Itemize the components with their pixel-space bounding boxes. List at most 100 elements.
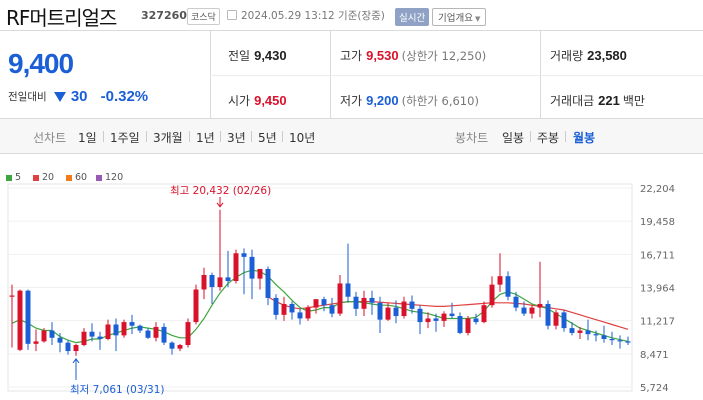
candle-body <box>241 253 247 257</box>
chart-period-bar: 선차트 1일 1주일 3개월 1년 3년 5년 10년 봉차트 일봉 주봉 월봉 <box>0 119 703 154</box>
candle-body <box>169 342 175 349</box>
high-value: 9,530 <box>366 48 399 63</box>
candle-body <box>625 341 631 343</box>
candle-body <box>321 299 327 306</box>
candle-body <box>601 335 607 339</box>
upper-limit: (상한가 12,250) <box>401 49 487 63</box>
candle-chart-label: 봉차트 <box>455 131 489 145</box>
change-row: 전일대비 30 -0.32% <box>8 86 148 105</box>
candle-body <box>137 325 143 331</box>
candle-body <box>329 305 335 314</box>
candle-body <box>473 318 479 323</box>
candle-body <box>305 307 311 319</box>
candle-body <box>529 307 535 314</box>
candlestick-chart: 5 20 60 120 22,204 19,458 16,711 13,964 11,2… <box>0 162 703 400</box>
candle-daily[interactable]: 일봉 <box>502 129 524 146</box>
amount-value: 221 <box>598 93 620 108</box>
y-tick-label: 8,471 <box>640 350 669 361</box>
y-tick-label: 19,458 <box>640 217 675 228</box>
y-tick-label: 22,204 <box>640 184 675 195</box>
candle-body <box>425 318 431 323</box>
candle-body <box>57 337 63 343</box>
line-chart-label: 선차트 <box>33 131 67 145</box>
company-info-label: 기업개요 <box>438 13 473 24</box>
candle-body <box>273 297 279 315</box>
candle-body <box>441 313 447 321</box>
volume-value: 23,580 <box>587 48 627 63</box>
candle-body <box>201 274 207 290</box>
candle-body <box>65 342 71 352</box>
y-tick-label: 11,217 <box>640 317 675 328</box>
candle-body <box>297 312 303 319</box>
separator <box>530 131 531 142</box>
candle-body <box>513 296 519 308</box>
separator <box>189 131 190 142</box>
candle-body <box>289 303 295 313</box>
separator <box>282 131 283 142</box>
candle-body <box>489 284 495 306</box>
min-annotation: 최저 7,061 (03/31) <box>70 384 165 396</box>
candle-body <box>585 330 591 335</box>
candle-body <box>217 277 223 288</box>
trade-amount: 거래대금 221 백만 <box>550 92 649 109</box>
y-tick-label: 13,964 <box>640 284 675 295</box>
max-annotation: 최고 20,432 (02/26) <box>170 185 271 197</box>
volume: 거래량 23,580 <box>550 47 627 64</box>
open-value: 9,450 <box>254 93 287 108</box>
period-1d[interactable]: 1일 <box>78 129 97 146</box>
candle-body <box>465 318 471 333</box>
candle-body <box>129 322 135 326</box>
low-price: 저가 9,200 (하한가 6,610) <box>340 92 479 109</box>
candle-body <box>49 330 55 338</box>
candle-body <box>577 330 583 333</box>
prev-close-value: 9,430 <box>254 48 287 63</box>
candle-body <box>569 328 575 333</box>
candle-body <box>193 289 199 323</box>
period-3m[interactable]: 3개월 <box>153 129 183 146</box>
candle-body <box>33 341 39 344</box>
divider <box>210 75 703 76</box>
candle-body <box>457 316 463 333</box>
change-percent: -0.32% <box>100 88 149 105</box>
change-value: 30 <box>70 88 88 105</box>
candle-body <box>617 340 623 342</box>
candle-body <box>553 312 559 326</box>
candle-body <box>81 331 87 346</box>
candle-monthly[interactable]: 월봉 <box>573 129 595 146</box>
candle-body <box>593 334 599 336</box>
market-badge: 코스닥 <box>187 8 220 25</box>
candle-body <box>401 301 407 317</box>
period-5y[interactable]: 5년 <box>258 129 277 146</box>
period-1w[interactable]: 1주일 <box>110 129 140 146</box>
period-1y[interactable]: 1년 <box>196 129 215 146</box>
candle-body <box>385 307 391 320</box>
candle-body <box>121 322 127 336</box>
candle-body <box>417 308 423 323</box>
candle-body <box>505 276 511 297</box>
candle-body <box>145 330 151 338</box>
separator <box>565 131 566 142</box>
realtime-button[interactable]: 실시간 <box>395 8 430 26</box>
down-arrow-icon <box>53 91 66 102</box>
candle-weekly[interactable]: 주봉 <box>537 129 559 146</box>
candle-body <box>209 274 215 288</box>
candle-body <box>113 324 119 336</box>
candle-body <box>41 330 47 342</box>
separator <box>220 131 221 142</box>
candle-body <box>177 345 183 349</box>
period-10y[interactable]: 10년 <box>289 129 315 146</box>
chart-plot: 22,204 19,458 16,711 13,964 11,217 8,471 5,724… <box>7 183 675 396</box>
y-tick-label: 5,724 <box>640 383 669 394</box>
candle-body <box>481 305 487 323</box>
candle-body <box>345 283 351 297</box>
stock-code: 327260 <box>141 9 187 22</box>
candle-body <box>609 338 615 341</box>
candle-body <box>161 326 167 343</box>
low-label: 저가 <box>340 94 363 108</box>
separator <box>103 131 104 142</box>
candle-body <box>353 296 359 309</box>
candle-body <box>233 253 239 282</box>
change-label: 전일대비 <box>8 91 47 103</box>
period-3y[interactable]: 3년 <box>227 129 246 146</box>
company-info-dropdown[interactable]: 기업개요 ▼ <box>432 8 487 26</box>
